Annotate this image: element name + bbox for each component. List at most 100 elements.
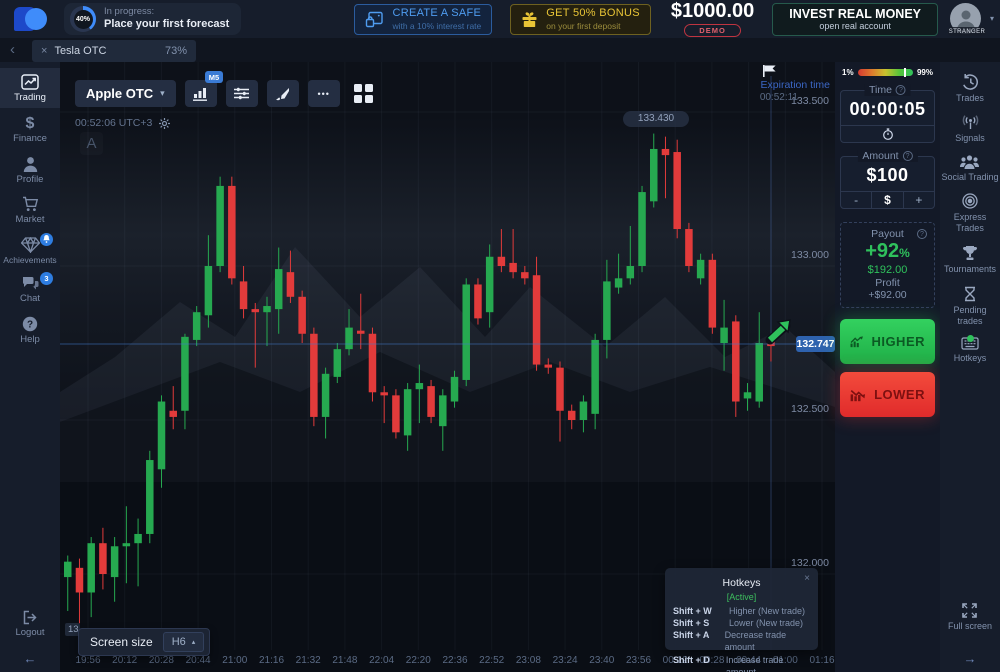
time-axis-label: 22:36	[439, 655, 471, 666]
stopwatch-icon	[882, 128, 894, 140]
sentiment-left: 1%	[842, 68, 854, 77]
gear-icon[interactable]	[159, 118, 170, 129]
chart-area[interactable]: Apple OTC ▾ M5 ••• 00:52:06 UTC+3 A 133.…	[60, 62, 835, 672]
bonus-button[interactable]: GET 50% BONUS on your first deposit	[510, 4, 651, 35]
indicators-button[interactable]	[226, 80, 258, 107]
amount-value[interactable]: $100	[841, 157, 934, 191]
hotkey-row: Shift + DIncrease trade amount	[673, 654, 810, 672]
sidebar-item-finance[interactable]: $ Finance	[0, 108, 60, 149]
rail-item-label: Hotkeys	[954, 353, 987, 364]
amount-increase-button[interactable]: +	[904, 192, 934, 208]
time-axis-label: 23:08	[512, 655, 544, 666]
expiration-time: 00:52:11	[760, 92, 798, 103]
sentiment-tick	[904, 68, 906, 77]
rail-item-pending-trades[interactable]: Pending trades	[953, 286, 986, 327]
dollar-icon: $	[22, 114, 38, 131]
price-direction-arrow-icon	[764, 316, 798, 346]
profit-label: Profit	[845, 277, 930, 289]
tab-tesla-otc[interactable]: × Tesla OTC 73%	[32, 40, 196, 62]
chart-layout-button[interactable]	[349, 80, 379, 107]
app-logo[interactable]	[14, 5, 48, 33]
progress-percent: 40%	[74, 10, 93, 29]
hotkey-key: Shift + D	[673, 654, 718, 672]
person-icon	[23, 156, 38, 172]
higher-label: HIGHER	[871, 334, 925, 349]
onboarding-progress[interactable]: 40% In progress: Place your first foreca…	[64, 3, 241, 35]
time-mode-toggle[interactable]	[841, 125, 934, 142]
sidebar-item-logout[interactable]: Logout	[0, 604, 60, 643]
tabs-back-icon[interactable]: ‹	[10, 40, 15, 60]
chat-count-badge: 3	[40, 272, 53, 285]
hotkey-key: Shift + W	[673, 605, 721, 617]
gift-icon	[521, 11, 538, 28]
time-axis-label: 21:32	[292, 655, 324, 666]
hotkey-row: Shift + WHigher (New trade)	[673, 605, 810, 617]
sidebar-item-profile[interactable]: Profile	[0, 150, 60, 190]
sentiment-bar: 1% 99%	[842, 68, 933, 77]
invest-real-money-button[interactable]: INVEST REAL MONEY open real account	[772, 3, 938, 36]
lower-button[interactable]: LOWER	[840, 372, 935, 417]
rail-item-label: Social Trading	[941, 172, 998, 183]
fullscreen-label: Full screen	[948, 621, 992, 632]
time-axis-label: 21:48	[329, 655, 361, 666]
svg-text:?: ?	[27, 319, 33, 330]
time-widget[interactable]: Time ? 00:00:05	[840, 90, 935, 143]
rail-item-signals[interactable]: Signals	[955, 115, 985, 144]
drawing-tools-button[interactable]	[267, 80, 299, 107]
time-axis-label: 23:56	[623, 655, 655, 666]
chart-down-icon	[850, 384, 866, 406]
collapse-sidebar-icon[interactable]: ←	[24, 651, 37, 666]
safe-lock-icon	[365, 11, 384, 28]
collapse-rail-icon[interactable]: →	[963, 651, 976, 666]
rail-item-social-trading[interactable]: Social Trading	[941, 155, 998, 183]
chat-bubbles-icon	[22, 276, 39, 291]
fullscreen-button[interactable]: Full screen	[948, 603, 992, 632]
timeframe-button[interactable]: M5	[185, 80, 217, 107]
time-axis-label: 23:40	[586, 655, 618, 666]
profile-menu[interactable]: STRANGER ▾	[948, 2, 994, 36]
create-safe-button[interactable]: CREATE A SAFE with a 10% interest rate	[354, 4, 492, 35]
high-price-marker: 133.430	[623, 111, 689, 127]
screen-size-value: H6	[172, 636, 186, 648]
higher-button[interactable]: HIGHER	[840, 319, 935, 364]
sidebar-item-trading[interactable]: Trading	[0, 68, 60, 108]
sidebar-item-label: Profile	[17, 175, 44, 185]
amount-widget[interactable]: Amount ? $100 - $ +	[840, 156, 935, 209]
asset-select[interactable]: Apple OTC ▾	[75, 80, 176, 107]
sidebar-item-label: Trading	[14, 93, 46, 103]
sentiment-gradient	[858, 69, 913, 76]
rail-item-express-trades[interactable]: Express Trades	[954, 193, 987, 234]
ellipsis-icon: •••	[317, 89, 329, 99]
right-rail: Trades Signals Social Trading Express Tr…	[940, 62, 1000, 672]
rail-item-tournaments[interactable]: Tournaments	[944, 245, 996, 275]
chevron-down-icon: ▾	[160, 88, 165, 99]
account-balance[interactable]: $1000.00 DEMO	[671, 1, 754, 37]
hotkey-key: Shift + S	[673, 617, 721, 629]
amount-decrease-button[interactable]: -	[841, 192, 871, 208]
demo-badge: DEMO	[684, 24, 741, 37]
safe-title: CREATE A SAFE	[392, 7, 481, 21]
payout-percent: +92%	[845, 240, 930, 263]
chart-toolbar: Apple OTC ▾ M5 •••	[75, 80, 379, 107]
trade-panel: 1% 99% Time ? 00:00:05 Amount ? $100 - $…	[835, 62, 940, 672]
sidebar-item-label: Market	[15, 215, 44, 225]
question-icon: ?	[903, 151, 913, 161]
sidebar-item-label: Chat	[20, 294, 40, 304]
time-value[interactable]: 00:00:05	[841, 91, 934, 125]
sidebar-item-achievements[interactable]: Achievements	[0, 231, 60, 270]
close-icon[interactable]: ×	[41, 45, 47, 57]
sidebar-item-market[interactable]: Market	[0, 190, 60, 230]
hotkeys-rows: Shift + WHigher (New trade)Shift + SLowe…	[673, 605, 810, 672]
more-tools-button[interactable]: •••	[308, 80, 340, 107]
screen-size-select[interactable]: H6 ▴	[163, 632, 205, 652]
bar-chart-icon	[193, 87, 208, 101]
amount-currency-button[interactable]: $	[871, 192, 903, 208]
rail-item-hotkeys[interactable]: Hotkeys	[954, 337, 987, 364]
sidebar-item-chat[interactable]: 3 Chat	[0, 270, 60, 309]
close-icon[interactable]: ×	[804, 573, 810, 584]
fullscreen-icon	[962, 603, 977, 618]
gem-icon	[21, 237, 40, 253]
sidebar-item-help[interactable]: ? Help	[0, 310, 60, 350]
hotkey-row: Shift + SLower (New trade)	[673, 617, 810, 629]
rail-item-trades[interactable]: Trades	[956, 74, 984, 104]
